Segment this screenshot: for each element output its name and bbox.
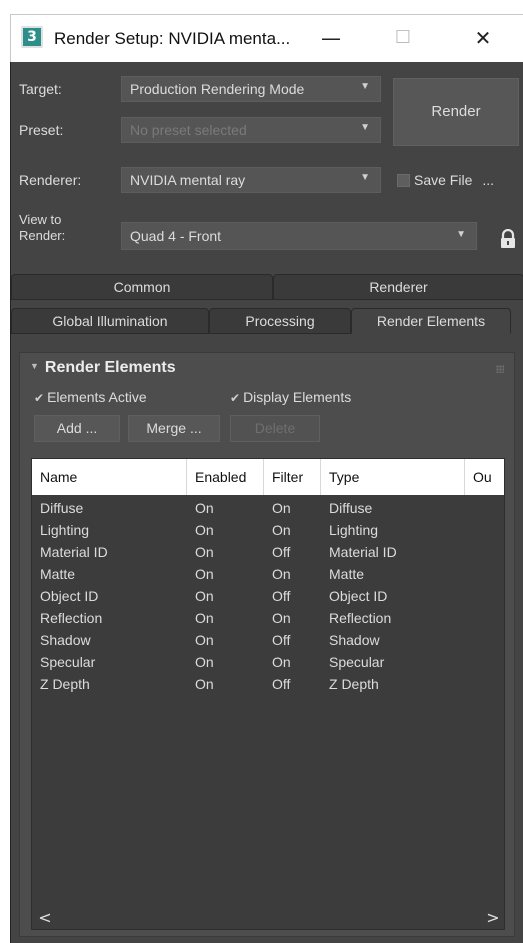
renderer-value: NVIDIA mental ray bbox=[130, 172, 246, 188]
merge-button[interactable]: Merge ... bbox=[128, 415, 220, 442]
elements-active-checkbox[interactable]: ✔ Elements Active bbox=[34, 389, 147, 405]
chevron-down-icon: ▼ bbox=[360, 81, 370, 92]
table-row[interactable]: Specular On On Specular bbox=[32, 651, 504, 673]
tab-renderer[interactable]: Renderer bbox=[273, 274, 523, 300]
preset-value: No preset selected bbox=[130, 122, 247, 138]
save-file-toggle[interactable]: Save File... bbox=[397, 172, 494, 188]
display-elements-checkbox[interactable]: ✔ Display Elements bbox=[230, 389, 351, 405]
tab-global-illumination[interactable]: Global Illumination bbox=[11, 308, 209, 334]
column-header-filter[interactable]: Filter bbox=[264, 459, 321, 495]
table-row[interactable]: Lighting On On Lighting bbox=[32, 519, 504, 541]
preset-dropdown[interactable]: No preset selected ▼ bbox=[121, 117, 381, 143]
checkmark-icon: ✔ bbox=[230, 391, 241, 405]
renderer-dropdown[interactable]: NVIDIA mental ray ▼ bbox=[121, 167, 381, 193]
column-header-enabled[interactable]: Enabled bbox=[187, 459, 264, 495]
close-button[interactable]: ✕ bbox=[463, 23, 503, 55]
table-row[interactable]: Shadow On Off Shadow bbox=[32, 629, 504, 651]
chevron-down-icon: ▼ bbox=[360, 122, 370, 133]
tab-render-elements[interactable]: Render Elements bbox=[351, 308, 511, 334]
view-to-render-dropdown[interactable]: Quad 4 - Front ▼ bbox=[121, 222, 477, 250]
target-label: Target: bbox=[19, 81, 62, 97]
add-button[interactable]: Add ... bbox=[34, 415, 120, 442]
table-row[interactable]: Object ID On Off Object ID bbox=[32, 585, 504, 607]
render-elements-rollout: ▼ Render Elements ✔ Elements Active ✔ Displ… bbox=[19, 352, 515, 937]
table-row[interactable]: Reflection On On Reflection bbox=[32, 607, 504, 629]
checkmark-icon: ✔ bbox=[34, 391, 45, 405]
window-title: Render Setup: NVIDIA menta... bbox=[54, 29, 291, 48]
grip-icon[interactable] bbox=[496, 365, 504, 373]
display-elements-label: Display Elements bbox=[243, 389, 352, 405]
save-file-browse-button[interactable]: ... bbox=[482, 172, 494, 188]
lock-icon[interactable] bbox=[499, 229, 517, 249]
renderer-label: Renderer: bbox=[19, 172, 82, 188]
column-header-name[interactable]: Name bbox=[32, 459, 187, 495]
preset-label: Preset: bbox=[19, 122, 64, 138]
column-header-type[interactable]: Type bbox=[321, 459, 465, 495]
column-header-output[interactable]: Ou bbox=[465, 459, 504, 495]
render-elements-list[interactable]: Name Enabled Filter Type Ou Diffuse On O… bbox=[31, 458, 505, 930]
target-value: Production Rendering Mode bbox=[130, 81, 305, 97]
render-button[interactable]: Render bbox=[393, 78, 519, 146]
scroll-left-button[interactable]: < bbox=[34, 907, 56, 929]
app-icon: 3 bbox=[21, 26, 43, 48]
scroll-right-button[interactable]: > bbox=[482, 907, 504, 929]
target-dropdown[interactable]: Production Rendering Mode ▼ bbox=[121, 76, 381, 102]
table-row[interactable]: Matte On On Matte bbox=[32, 563, 504, 585]
table-row[interactable]: Material ID On Off Material ID bbox=[32, 541, 504, 563]
rollout-header[interactable]: ▼ Render Elements bbox=[30, 359, 176, 377]
list-header: Name Enabled Filter Type Ou bbox=[32, 459, 504, 495]
table-row[interactable]: Z Depth On Off Z Depth bbox=[32, 673, 504, 695]
view-to-render-value: Quad 4 - Front bbox=[130, 228, 222, 244]
maximize-button[interactable]: ☐ bbox=[383, 23, 423, 55]
elements-active-label: Elements Active bbox=[47, 389, 147, 405]
tab-common[interactable]: Common bbox=[11, 274, 273, 300]
render-setup-panel: Target: Production Rendering Mode ▼ Pres… bbox=[10, 62, 523, 943]
delete-button[interactable]: Delete bbox=[230, 415, 320, 442]
collapse-triangle-icon: ▼ bbox=[30, 361, 39, 371]
table-row[interactable]: Diffuse On On Diffuse bbox=[32, 497, 504, 519]
view-to-render-label: View to Render: bbox=[19, 212, 66, 243]
chevron-down-icon: ▼ bbox=[360, 172, 370, 183]
save-file-label: Save File bbox=[414, 172, 473, 188]
chevron-down-icon: ▼ bbox=[456, 229, 466, 240]
minimize-button[interactable]: — bbox=[311, 23, 351, 55]
rollout-title: Render Elements bbox=[44, 359, 176, 376]
save-file-checkbox[interactable] bbox=[397, 174, 410, 187]
title-bar: 3 Render Setup: NVIDIA menta... — ☐ ✕ bbox=[10, 14, 523, 62]
horizontal-scrollbar[interactable]: < > bbox=[32, 907, 504, 929]
tab-processing[interactable]: Processing bbox=[209, 308, 351, 334]
